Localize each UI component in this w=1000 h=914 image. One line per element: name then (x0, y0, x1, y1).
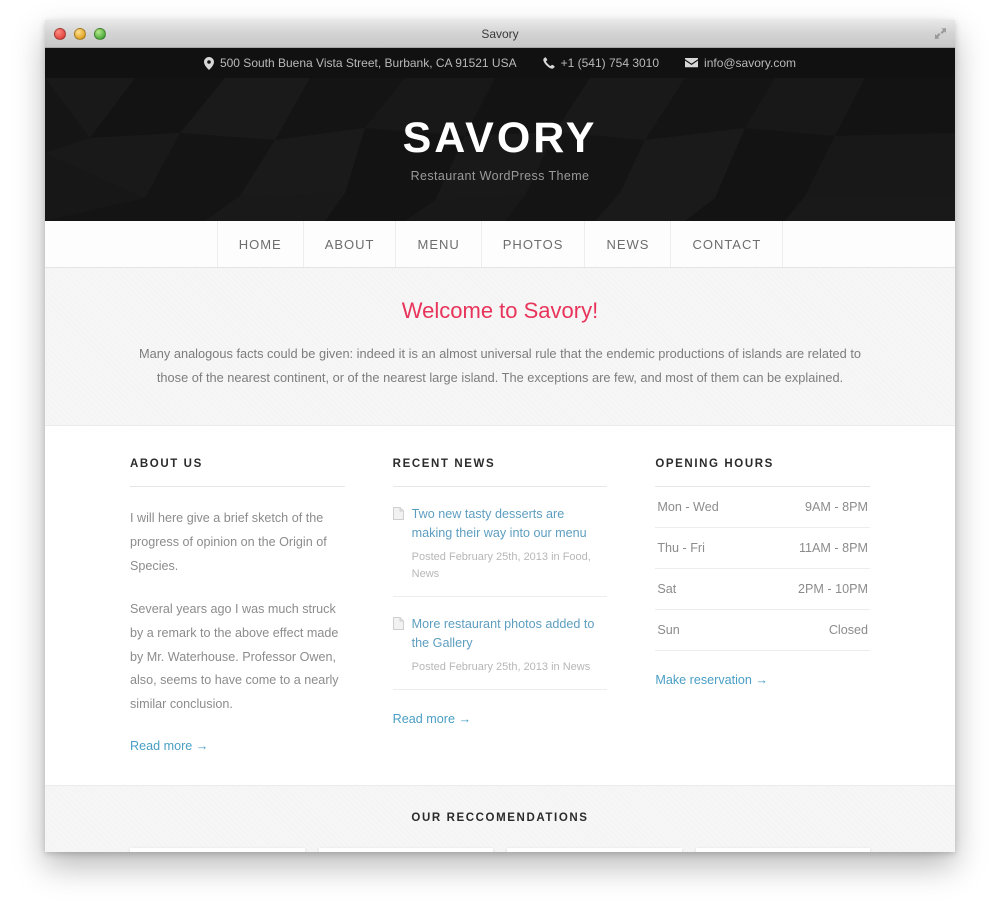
news-read-more-link[interactable]: Read more → (393, 712, 471, 726)
nav-item-photos[interactable]: PHOTOS (480, 221, 585, 267)
hours-row: Thu - Fri 11AM - 8PM (655, 528, 871, 570)
column-about-us: ABOUT US I will here give a brief sketch… (130, 458, 345, 754)
make-reservation-link[interactable]: Make reservation → (655, 673, 768, 687)
window-title-bar: Savory (45, 20, 955, 48)
window-title: Savory (481, 26, 519, 41)
hours-time: 2PM - 10PM (798, 582, 869, 597)
about-read-more-link[interactable]: Read more → (130, 739, 208, 753)
welcome-text: Many analogous facts could be given: ind… (138, 346, 862, 385)
hours-days: Sat (657, 582, 677, 597)
page-viewport: 500 South Buena Vista Street, Burbank, C… (45, 48, 955, 852)
about-paragraph-1: I will here give a brief sketch of the p… (130, 511, 327, 573)
contact-phone: +1 (541) 754 3010 (542, 56, 660, 70)
resize-arrows-icon[interactable] (934, 27, 947, 40)
welcome-title: Welcome to Savory! (401, 298, 599, 323)
column-recent-news: RECENT NEWS Two new tasty desserts are m… (392, 458, 608, 754)
map-pin-icon (203, 56, 214, 70)
contact-phone-text: +1 (541) 754 3010 (560, 56, 660, 70)
news-list-item: More restaurant photos added to the Gall… (392, 597, 608, 691)
hours-time: 9AM - 8PM (805, 500, 869, 515)
contact-email: info@savory.com (685, 56, 796, 70)
welcome-section: Welcome to Savory! Many analogous facts … (45, 268, 955, 427)
food-card[interactable] (130, 847, 305, 852)
envelope-icon (685, 58, 699, 68)
food-card[interactable] (507, 847, 682, 852)
browser-window: Savory 500 South Buena Vista Street, Bur… (45, 20, 955, 852)
hours-row: Mon - Wed 9AM - 8PM (655, 487, 871, 529)
main-navigation: HOME ABOUT MENU PHOTOS NEWS CONTACT (45, 221, 955, 268)
recommendations-title: OUR RECCOMENDATIONS (411, 811, 589, 824)
hours-days: Mon - Wed (657, 500, 719, 515)
news-list-item: Two new tasty desserts are making their … (392, 487, 608, 598)
food-card[interactable] (318, 847, 493, 852)
contact-email-text: info@savory.com (704, 56, 797, 70)
site-tagline: Restaurant WordPress Theme (410, 168, 590, 183)
brand-wrap: SAVORY Restaurant WordPress Theme (403, 116, 598, 183)
hours-row: Sat 2PM - 10PM (655, 569, 871, 611)
nav-item-menu[interactable]: MENU (395, 221, 480, 267)
hours-days: Sun (657, 623, 680, 638)
about-us-title: ABOUT US (130, 458, 345, 488)
nav-item-about[interactable]: ABOUT (302, 221, 396, 267)
about-paragraph-2: Several years ago I was much struck by a… (130, 602, 339, 712)
news-meta: Posted February 25th, 2013 in Food, News (411, 551, 591, 580)
news-title-link[interactable]: More restaurant photos added to the Gall… (412, 615, 608, 653)
phone-icon (542, 57, 555, 69)
recent-news-title: RECENT NEWS (392, 458, 608, 488)
page-icon (392, 615, 404, 675)
nav-item-contact[interactable]: CONTACT (670, 221, 784, 267)
nav-item-news[interactable]: NEWS (584, 221, 670, 267)
news-body: Two new tasty desserts are making their … (412, 505, 608, 582)
hours-row: Sun Closed (655, 610, 871, 652)
column-opening-hours: OPENING HOURS Mon - Wed 9AM - 8PM Thu - … (655, 458, 871, 754)
contact-address-text: 500 South Buena Vista Street, Burbank, C… (219, 56, 517, 70)
news-title-link[interactable]: Two new tasty desserts are making their … (412, 505, 608, 543)
contact-bar: 500 South Buena Vista Street, Burbank, C… (45, 48, 955, 78)
site-header: SAVORY Restaurant WordPress Theme (45, 78, 955, 221)
hours-time: Closed (828, 623, 869, 638)
opening-hours-title: OPENING HOURS (655, 458, 871, 488)
news-body: More restaurant photos added to the Gall… (412, 615, 608, 675)
page-icon (392, 505, 404, 582)
site-logo[interactable]: SAVORY (403, 116, 598, 161)
hours-time: 11AM - 8PM (798, 541, 869, 556)
hours-days: Thu - Fri (657, 541, 705, 556)
recommendations-section: OUR RECCOMENDATIONS (45, 784, 955, 852)
nav-item-home[interactable]: HOME (216, 221, 303, 267)
food-card[interactable] (695, 847, 870, 852)
content-columns: ABOUT US I will here give a brief sketch… (45, 426, 955, 785)
news-meta: Posted February 25th, 2013 in News (411, 660, 591, 673)
contact-address: 500 South Buena Vista Street, Burbank, C… (203, 56, 517, 70)
recommendations-grid (130, 847, 870, 852)
